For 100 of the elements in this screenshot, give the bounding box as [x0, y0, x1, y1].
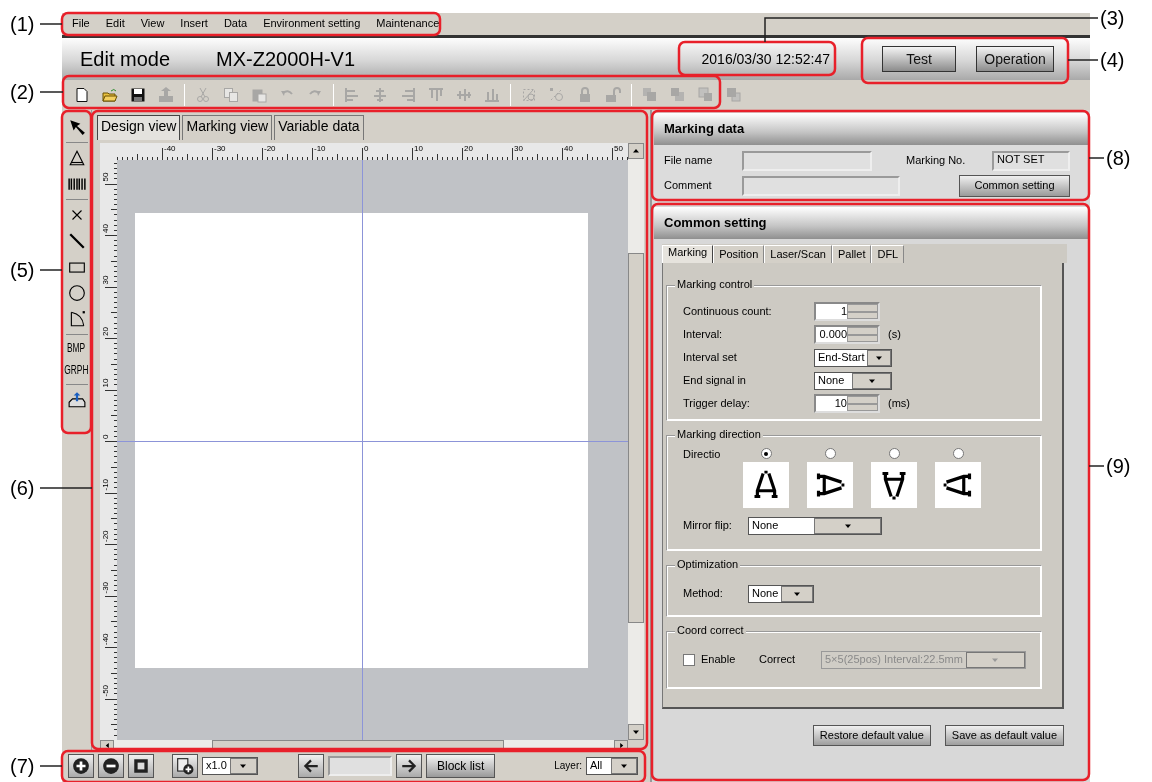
menu-item[interactable]: File [64, 17, 98, 31]
next-button[interactable] [396, 754, 422, 778]
ruler-label: -40 [101, 633, 110, 645]
menu-item[interactable]: Environment setting [255, 17, 369, 31]
leader-line [1067, 59, 1099, 61]
leader-line [39, 23, 63, 25]
ruler-label: 10 [414, 144, 423, 153]
new-file-icon[interactable] [74, 87, 90, 103]
tray-arrow-icon[interactable] [67, 390, 86, 409]
operation-button[interactable]: Operation [976, 46, 1054, 72]
pointer-arrow-icon[interactable] [67, 118, 86, 136]
page-plus-icon [176, 757, 194, 775]
scroll-right-button[interactable] [614, 740, 628, 751]
direction-radio[interactable] [952, 448, 964, 459]
number-spinner[interactable]: 10 [814, 394, 880, 413]
block-list-button[interactable]: Block list [426, 754, 496, 778]
callout-label: (9) [1106, 456, 1131, 476]
block-field[interactable] [328, 756, 392, 776]
triangle-icon[interactable] [67, 149, 86, 167]
zoom-select[interactable]: x1.0 [202, 757, 258, 775]
field-label: Interval set [683, 350, 738, 365]
previous-button[interactable] [298, 754, 324, 778]
circle-icon[interactable] [67, 284, 86, 302]
zoom-in-button[interactable] [68, 754, 94, 778]
direction-radio[interactable] [760, 448, 772, 459]
group-title: Marking direction [675, 428, 763, 442]
barcode-icon[interactable] [67, 175, 86, 193]
ruler-label: 50 [614, 144, 623, 153]
leader-line [39, 765, 63, 767]
scroll-up-button[interactable] [628, 143, 644, 159]
fit-button[interactable] [128, 754, 154, 778]
leader-line [1088, 465, 1105, 467]
vertical-scrollbar[interactable] [628, 143, 644, 740]
group-title: Marking control [675, 278, 755, 292]
view-tab[interactable]: Marking view [182, 115, 273, 140]
ruler-label: -30 [214, 144, 226, 153]
mode-title: Edit mode [80, 47, 171, 71]
direction-radio[interactable] [888, 448, 900, 459]
field-label: Interval: [683, 327, 724, 342]
view-tab[interactable]: Variable data [274, 115, 364, 140]
scrollbar-thumb[interactable] [628, 253, 644, 623]
number-spinner[interactable]: 1 [814, 302, 880, 321]
horizontal-scrollbar[interactable] [100, 740, 628, 751]
left-arrow-icon [103, 742, 111, 749]
left-arrow-icon [302, 757, 320, 775]
group-title: Optimization [675, 558, 741, 572]
common-setting-button[interactable]: Common setting [959, 175, 1070, 197]
marking-number-field: NOT SET [992, 151, 1070, 171]
menu-item[interactable]: View [132, 17, 173, 31]
field-label: Marking No. [906, 154, 967, 168]
ruler-label: -20 [264, 144, 276, 153]
tool-label[interactable]: BMP [67, 341, 86, 356]
number-spinner[interactable]: 0.000 [814, 325, 880, 344]
layer-select[interactable]: All [586, 757, 638, 775]
menu-item[interactable]: Data [215, 17, 256, 31]
ruler-label: 10 [101, 378, 110, 388]
direction-radio[interactable] [824, 448, 836, 459]
field-label: Correct [759, 652, 797, 667]
mirror-flip-select[interactable]: None [748, 516, 882, 535]
scroll-down-button[interactable] [628, 724, 644, 740]
right-arrow-icon [400, 757, 418, 775]
test-button[interactable]: Test [882, 46, 956, 72]
restore-default-button[interactable]: Restore default value [812, 725, 931, 746]
menu-item[interactable]: Edit [97, 17, 133, 31]
ruler-label: 30 [514, 144, 523, 153]
unit-label: (ms) [888, 396, 910, 411]
view-tab[interactable]: Design view [97, 115, 181, 140]
zoom-out-button[interactable] [98, 754, 124, 778]
settings-tab[interactable]: Position [713, 244, 765, 263]
enable-checkbox[interactable] [683, 653, 695, 666]
scrollbar-thumb[interactable] [212, 740, 504, 751]
scroll-left-button[interactable] [100, 740, 114, 751]
file-name-field[interactable] [742, 151, 872, 171]
ruler-label: -10 [314, 144, 326, 153]
callout-label: (6) [10, 478, 35, 498]
add-page-button[interactable] [172, 754, 198, 778]
menu-item[interactable]: Insert [172, 17, 216, 31]
menu-item[interactable]: Maintenance [368, 17, 448, 31]
tool-label[interactable]: GRPH [64, 363, 89, 378]
right-arrow-icon [617, 742, 625, 749]
field-label: Continuous count: [683, 304, 773, 319]
dropdown-arrow-icon [239, 762, 248, 770]
settings-tab[interactable]: Marking [662, 244, 714, 263]
up-arrow-icon [632, 147, 640, 155]
line-icon[interactable] [67, 232, 86, 250]
callout-label: (7) [10, 756, 35, 776]
method-select[interactable]: None [748, 584, 814, 603]
ruler-label: -30 [101, 581, 110, 594]
dropdown-arrow-icon [620, 762, 628, 770]
save-default-button[interactable]: Save as default value [944, 725, 1064, 746]
down-arrow-icon [632, 728, 640, 736]
settings-tab[interactable]: Pallet [831, 244, 872, 263]
dropdown[interactable]: None [814, 371, 892, 390]
settings-tab[interactable]: Laser/Scan [764, 244, 832, 263]
comment-field[interactable] [742, 176, 900, 196]
dropdown[interactable]: End-Start [814, 348, 892, 367]
ruler-label: 0 [101, 434, 110, 439]
settings-tab[interactable]: DFL [871, 244, 905, 263]
folder-icon[interactable] [102, 87, 118, 103]
field-label: Method: [683, 586, 724, 601]
